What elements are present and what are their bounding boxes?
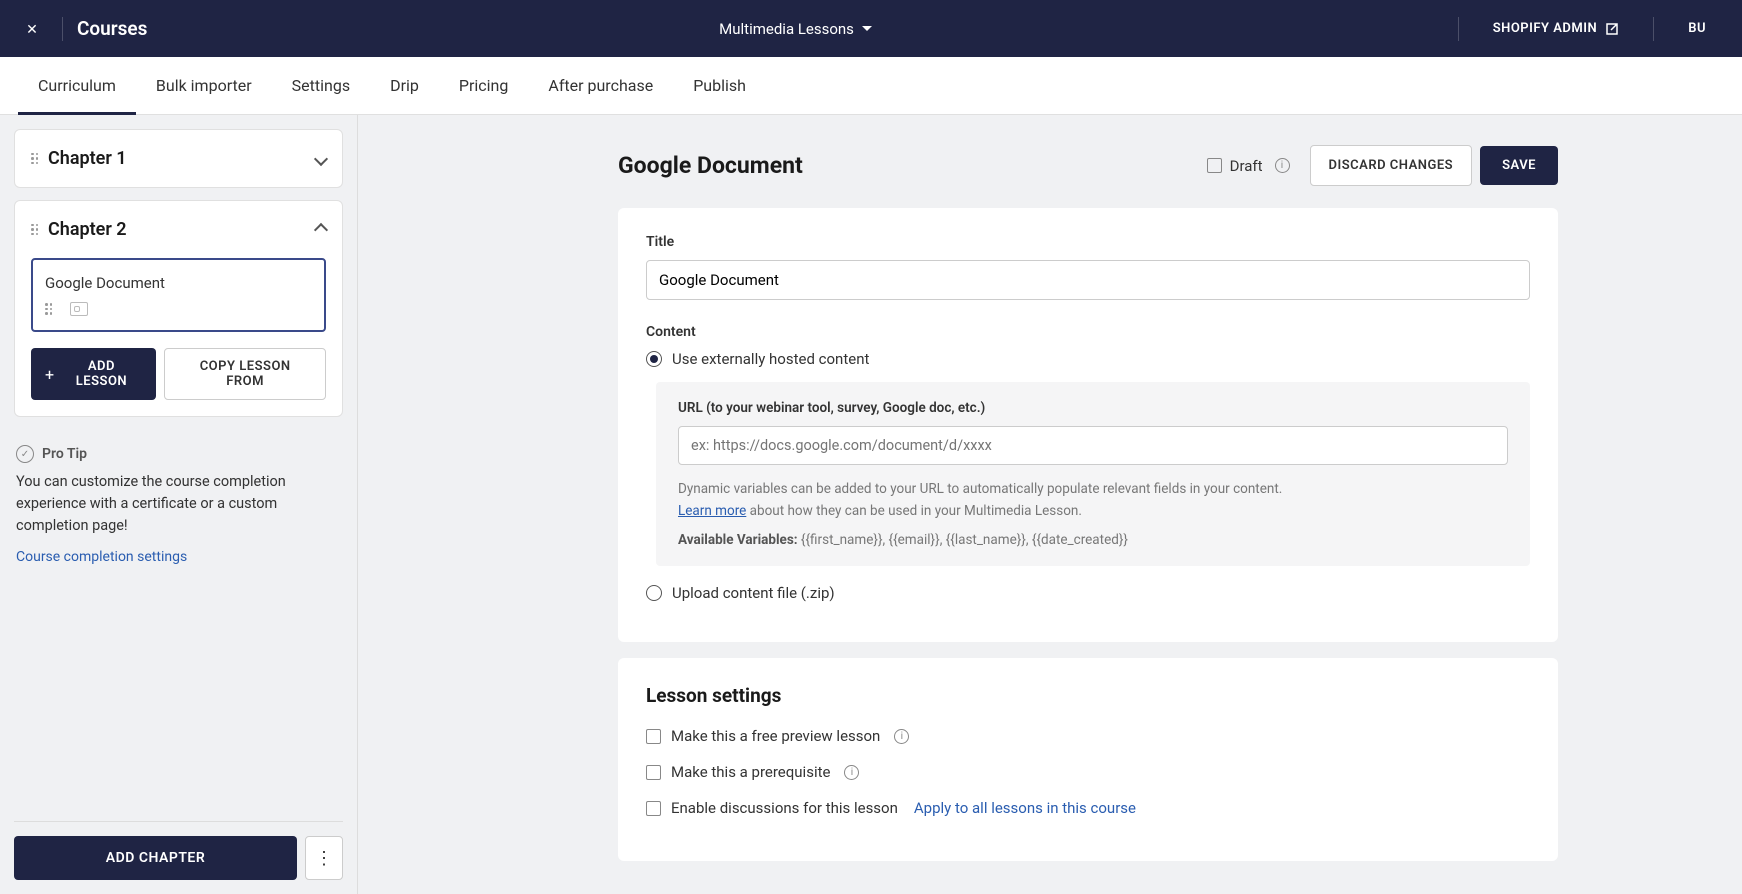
chapter-header[interactable]: Chapter 2 [15,201,342,258]
chevron-up-icon [316,220,326,239]
radio-button[interactable] [646,351,662,367]
drag-handle-icon[interactable] [31,224,38,236]
learn-more-link[interactable]: Learn more [678,503,746,519]
radio-upload-zip[interactable]: Upload content file (.zip) [646,584,1530,602]
add-chapter-button[interactable]: ADD CHAPTER [14,836,297,880]
divider [1458,17,1459,41]
title-label: Title [646,234,1530,250]
tab-bar: Curriculum Bulk importer Settings Drip P… [0,57,1742,115]
protip-text: You can customize the course completion … [16,471,341,536]
chapter-card: Chapter 1 [14,129,343,188]
apply-all-link[interactable]: Apply to all lessons in this course [914,799,1136,817]
title-input[interactable] [646,260,1530,300]
info-icon[interactable]: i [894,729,909,744]
truncated-link[interactable]: BU [1668,21,1726,36]
radio-label: Upload content file (.zip) [672,584,835,602]
lesson-settings-card: Lesson settings Make this a free preview… [618,658,1558,861]
settings-title: Lesson settings [646,684,1530,707]
more-actions-button[interactable] [305,836,343,880]
free-preview-label: Make this a free preview lesson [671,727,880,745]
tab-pricing[interactable]: Pricing [439,57,529,115]
add-lesson-button[interactable]: ADD LESSON [31,348,156,400]
tab-curriculum[interactable]: Curriculum [18,57,136,115]
url-help-text: Dynamic variables can be added to your U… [678,479,1508,522]
url-label: URL (to your webinar tool, survey, Googl… [678,400,1508,416]
draft-checkbox[interactable] [1207,158,1222,173]
divider [62,17,63,41]
app-title: Courses [77,17,147,40]
prerequisite-checkbox[interactable] [646,765,661,780]
course-name: Multimedia Lessons [719,20,854,38]
more-vertical-icon [315,848,333,869]
tip-icon: ✓ [16,445,34,463]
divider [1653,17,1654,41]
tab-publish[interactable]: Publish [673,57,766,115]
close-button[interactable] [16,19,48,38]
plus-icon [45,365,55,384]
protip-label: Pro Tip [42,446,87,462]
discard-button[interactable]: DISCARD CHANGES [1310,145,1473,186]
chapter-title: Chapter 1 [48,148,316,169]
sidebar: Chapter 1 Chapter 2 Google Document ADD … [0,115,358,894]
close-icon [26,19,38,38]
draft-label: Draft [1230,157,1263,175]
prerequisite-label: Make this a prerequisite [671,763,830,781]
main-content: Google Document Draft i DISCARD CHANGES … [358,115,1742,894]
discussions-checkbox[interactable] [646,801,661,816]
lesson-item[interactable]: Google Document [31,258,326,332]
caret-down-icon [862,26,872,31]
page-title: Google Document [618,152,1207,179]
discussions-label: Enable discussions for this lesson [671,799,898,817]
free-preview-checkbox[interactable] [646,729,661,744]
copy-lesson-button[interactable]: COPY LESSON FROM [164,348,326,400]
tab-settings[interactable]: Settings [272,57,370,115]
tab-after-purchase[interactable]: After purchase [528,57,673,115]
external-link-icon [1605,22,1619,36]
info-icon[interactable]: i [1275,158,1290,173]
content-card: Title Content Use externally hosted cont… [618,208,1558,642]
chapter-header[interactable]: Chapter 1 [15,130,342,187]
drag-handle-icon[interactable] [31,153,38,165]
save-button[interactable]: SAVE [1480,146,1558,185]
course-completion-link[interactable]: Course completion settings [16,549,187,565]
chapter-card: Chapter 2 Google Document ADD LESSON COP… [14,200,343,417]
radio-button[interactable] [646,585,662,601]
tab-bulk-importer[interactable]: Bulk importer [136,57,272,115]
drag-handle-icon[interactable] [45,303,52,315]
content-label: Content [646,324,1530,340]
url-input[interactable] [678,426,1508,465]
radio-label: Use externally hosted content [672,350,869,368]
radio-external-hosted[interactable]: Use externally hosted content [646,350,1530,368]
multimedia-icon [70,302,88,316]
tab-drip[interactable]: Drip [370,57,439,115]
shopify-admin-link[interactable]: SHOPIFY ADMIN [1473,21,1640,36]
chevron-down-icon [316,149,326,168]
available-variables: Available Variables: {{first_name}}, {{e… [678,532,1508,548]
protip-section: ✓ Pro Tip You can customize the course c… [14,429,343,575]
url-section: URL (to your webinar tool, survey, Googl… [656,382,1530,566]
lesson-title: Google Document [45,274,312,292]
info-icon[interactable]: i [844,765,859,780]
course-selector[interactable]: Multimedia Lessons [147,20,1443,38]
chapter-title: Chapter 2 [48,219,316,240]
